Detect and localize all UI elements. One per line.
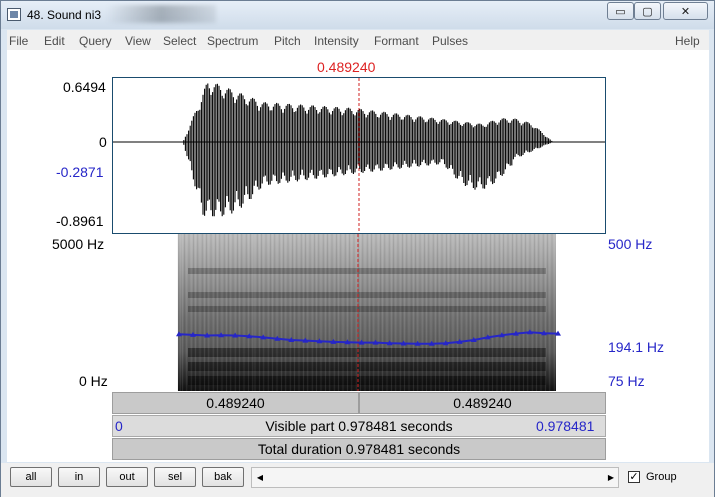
selection-time-bar: 0.489240 0.489240 [112,392,606,414]
scroll-left-icon[interactable]: ◀ [253,467,267,488]
horizontal-scrollbar[interactable] [251,467,619,488]
total-duration-label: Total duration 0.978481 seconds [257,441,461,457]
window-title: 48. Sound ni3 [27,8,102,22]
menu-help[interactable]: Help [675,34,700,48]
close-button[interactable]: ✕ [663,2,708,20]
visible-part-label: Visible part 0.978481 seconds [265,418,453,434]
zoom-out-button[interactable]: out [106,467,148,487]
visible-part-bar[interactable]: Visible part 0.978481 seconds [112,415,606,437]
spectrogram-fmin-label: 0 Hz [79,373,108,389]
cursor-time-label: 0.489240 [317,59,376,75]
waveform-ymin-label: -0.8961 [56,213,104,229]
menu-edit[interactable]: Edit [44,34,65,48]
spectrogram-plot [176,234,561,391]
waveform-zero-label: 0 [99,134,107,150]
group-label: Group [646,471,677,483]
praat-sound-window: 48. Sound ni3 ▭ ▢ ✕ File Edit Query View Sel… [0,0,715,497]
menu-spectrum[interactable]: Spectrum [207,34,258,48]
waveform-signal [183,83,553,217]
menu-formant[interactable]: Formant [374,34,419,48]
app-icon [7,8,21,21]
left-segment-button[interactable]: 0.489240 [112,392,359,414]
menu-view[interactable]: View [125,34,151,48]
menu-pulses[interactable]: Pulses [432,34,468,48]
pitch-top-label: 500 Hz [608,236,653,252]
waveform-ymax-label: 0.6494 [63,79,106,95]
scroll-right-icon[interactable]: ▶ [604,467,618,488]
waveform-plot [113,78,605,233]
group-checkbox[interactable]: ✓ [628,471,640,483]
spectrogram-fmax-label: 5000 Hz [52,236,105,252]
zoom-back-button[interactable]: bak [202,467,244,487]
menu-file[interactable]: File [9,34,28,48]
bottom-toolbar: all in out sel bak ◀ ▶ ✓ Group [1,463,714,497]
visible-start-label: 0 [115,418,123,434]
menu-select[interactable]: Select [163,34,196,48]
zoom-all-button[interactable]: all [10,467,52,487]
pitch-bottom-label: 75 Hz [608,373,645,389]
zoom-selection-button[interactable]: sel [154,467,196,487]
menu-intensity[interactable]: Intensity [314,34,359,48]
right-segment-button[interactable]: 0.489240 [359,392,606,414]
visible-end-label: 0.978481 [536,418,595,434]
waveform-panel[interactable] [112,77,606,234]
maximize-button[interactable]: ▢ [634,2,661,20]
title-bar[interactable]: 48. Sound ni3 ▭ ▢ ✕ [1,1,714,29]
menu-bar: File Edit Query View Select Spectrum Pitch Inte… [7,30,709,50]
menu-pitch[interactable]: Pitch [274,34,301,48]
waveform-cursor-amp-label: -0.2871 [56,164,104,180]
title-blur [106,5,216,23]
spectrogram-panel[interactable] [112,234,606,391]
left-segment-time: 0.489240 [206,395,265,411]
menu-query[interactable]: Query [79,34,112,48]
right-segment-time: 0.489240 [453,395,512,411]
total-duration-bar[interactable]: Total duration 0.978481 seconds [112,438,606,460]
minimize-button[interactable]: ▭ [607,2,634,20]
zoom-in-button[interactable]: in [58,467,100,487]
pitch-cursor-label: 194.1 Hz [608,339,665,355]
